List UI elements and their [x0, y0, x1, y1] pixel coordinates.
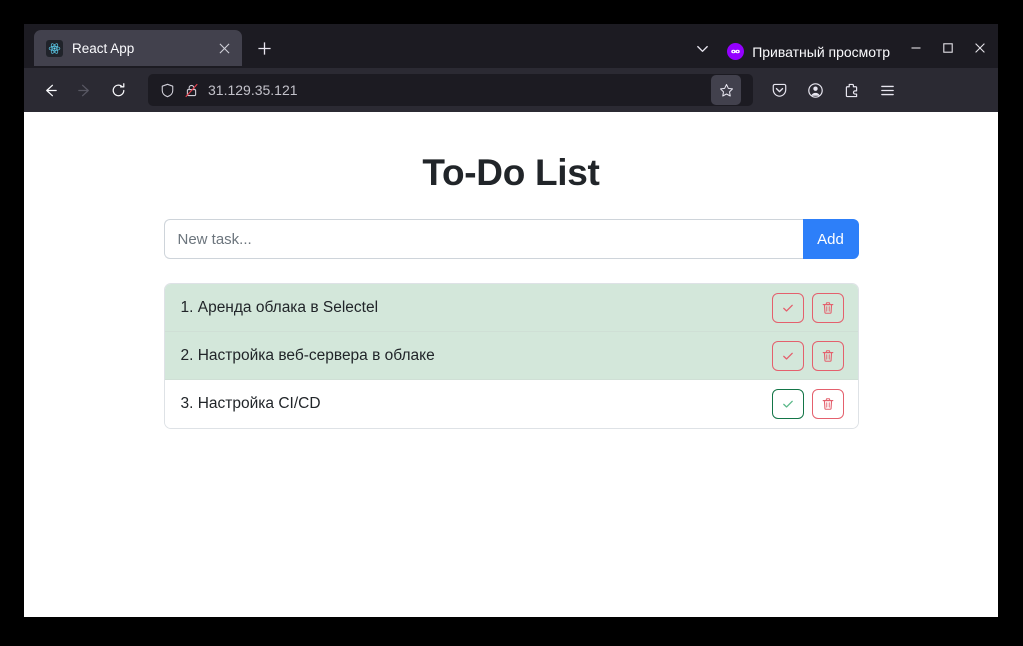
page-title: To-Do List: [422, 152, 600, 193]
minimize-icon[interactable]: [900, 32, 932, 64]
back-arrow-icon[interactable]: [34, 74, 66, 106]
list-all-tabs-button[interactable]: [687, 33, 717, 63]
private-browsing-label: Приватный просмотр: [752, 43, 890, 60]
todo-app: To-Do List Add 1. Аренда облака в Select…: [163, 112, 859, 429]
tab-strip: React App Приватный просмотр: [24, 24, 998, 68]
task-actions: [771, 340, 844, 371]
trash-icon: [822, 301, 833, 314]
account-icon[interactable]: [799, 74, 831, 106]
task-actions: [771, 389, 844, 419]
private-browsing-indicator: Приватный просмотр: [727, 43, 890, 60]
new-tab-button[interactable]: [248, 32, 280, 64]
toggle-task-button[interactable]: [771, 340, 804, 371]
task-actions: [771, 292, 844, 323]
window-controls: [900, 32, 996, 64]
page-content: To-Do List Add 1. Аренда облака в Select…: [24, 112, 998, 617]
navigation-toolbar: 31.129.35.121: [24, 68, 998, 112]
toolbar-right-actions: [763, 74, 903, 106]
check-icon: [782, 304, 793, 312]
browser-tab-react-app[interactable]: React App: [34, 30, 242, 66]
task-row: 2. Настройка веб-сервера в облаке: [164, 332, 858, 380]
task-row: 1. Аренда облака в Selectel: [164, 284, 858, 332]
trash-icon: [822, 349, 833, 362]
task-label: 1. Аренда облака в Selectel: [180, 298, 379, 316]
extensions-icon[interactable]: [835, 74, 867, 106]
maximize-icon[interactable]: [932, 32, 964, 64]
delete-task-button[interactable]: [811, 340, 844, 371]
task-row: 3. Настройка CI/CD: [164, 380, 858, 428]
close-icon[interactable]: [964, 32, 996, 64]
new-task-input[interactable]: [163, 219, 803, 259]
delete-task-button[interactable]: [811, 292, 844, 323]
trash-icon: [822, 398, 833, 410]
url-text[interactable]: 31.129.35.121: [208, 82, 702, 98]
shield-icon[interactable]: [160, 83, 175, 98]
task-list: 1. Аренда облака в Selectel 2. Настройка …: [163, 283, 859, 429]
pocket-icon[interactable]: [763, 74, 795, 106]
toggle-task-button[interactable]: [771, 292, 804, 323]
url-bar[interactable]: 31.129.35.121: [148, 74, 753, 106]
private-mask-icon: [727, 43, 745, 60]
check-icon: [782, 352, 793, 360]
add-task-button[interactable]: Add: [802, 219, 859, 259]
browser-window: React App Приватный просмотр 31.129.35.1…: [24, 24, 998, 617]
react-logo-icon: [46, 39, 63, 57]
lock-crossed-out-icon[interactable]: [184, 83, 199, 98]
delete-task-button[interactable]: [811, 389, 844, 419]
tab-title: React App: [72, 40, 135, 56]
task-label: 2. Настройка веб-сервера в облаке: [180, 346, 435, 364]
toggle-task-button[interactable]: [771, 389, 804, 419]
star-icon[interactable]: [711, 75, 741, 105]
check-icon: [782, 400, 793, 408]
add-task-row: Add: [163, 219, 859, 259]
close-icon[interactable]: [214, 38, 234, 58]
forward-arrow-icon[interactable]: [68, 74, 100, 106]
hamburger-menu-icon[interactable]: [871, 74, 903, 106]
reload-icon[interactable]: [102, 74, 134, 106]
task-label: 3. Настройка CI/CD: [180, 395, 321, 412]
